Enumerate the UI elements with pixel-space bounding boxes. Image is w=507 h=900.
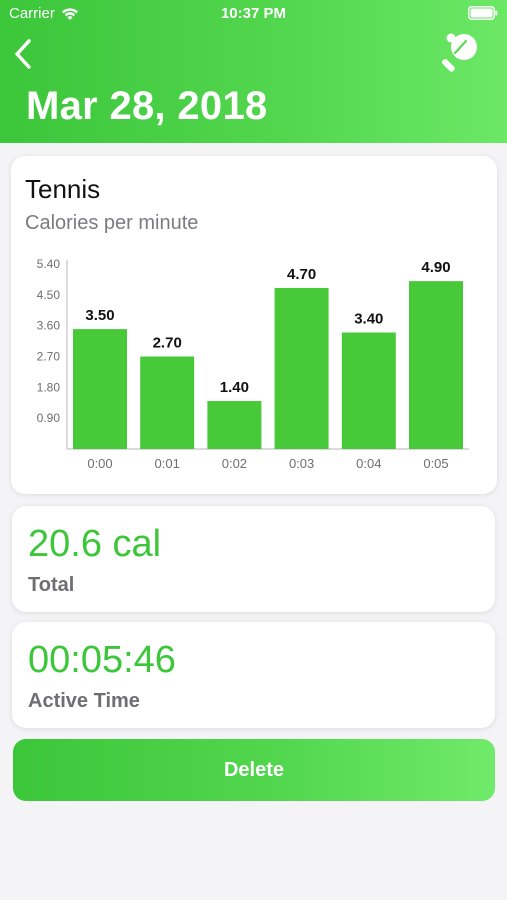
y-tick-label: 1.80 (37, 380, 61, 394)
x-tick-label: 0:04 (356, 456, 381, 471)
total-calories-value: 20.6 cal (28, 523, 162, 565)
chart-bar (207, 401, 262, 449)
chart-bar (274, 287, 329, 449)
x-tick-label: 0:02 (222, 456, 247, 471)
bar-value-label: 3.40 (354, 311, 383, 328)
bar-value-label: 2.70 (153, 335, 182, 352)
chart-card: Tennis Calories per minute 5.40 4.50 3.60 2… (11, 156, 497, 494)
bar-value-label: 4.70 (287, 266, 316, 283)
y-tick-label: 0.90 (37, 411, 61, 425)
page-title: Mar 28, 2018 (26, 84, 268, 128)
bar-chart: 5.40 4.50 3.60 2.70 1.80 0.90 3.50 0:00 2.70 0:01… (37, 257, 469, 471)
total-calories-label: Total (28, 574, 75, 596)
active-time-value: 00:05:46 (28, 639, 176, 681)
battery-icon (468, 6, 498, 20)
chart-bar (140, 356, 195, 449)
total-calories-card: 20.6 cal Total (12, 506, 495, 612)
delete-button[interactable]: Delete (13, 739, 495, 801)
x-tick-label: 0:01 (155, 456, 180, 471)
header: Carrier 10:37 PM Mar 28, 2018 (0, 0, 507, 143)
y-tick-label: 3.60 (37, 319, 61, 333)
active-time-label: Active Time (28, 690, 140, 712)
y-tick-label: 5.40 (37, 257, 61, 271)
x-tick-label: 0:03 (289, 456, 314, 471)
status-time: 10:37 PM (220, 5, 287, 22)
bar-value-label: 1.40 (220, 379, 249, 396)
y-tick-label: 4.50 (37, 288, 61, 302)
x-tick-label: 0:05 (423, 456, 448, 471)
status-bar: Carrier 10:37 PM (0, 0, 507, 28)
chart-bar (73, 329, 127, 449)
chart-bar (409, 281, 463, 449)
y-tick-label: 2.70 (37, 350, 61, 364)
back-chevron-icon[interactable] (12, 36, 38, 72)
x-tick-label: 0:00 (87, 456, 112, 471)
bar-value-label: 3.50 (85, 307, 114, 324)
bar-value-label: 4.90 (421, 259, 450, 276)
chart-bar (341, 332, 396, 449)
ping-pong-paddle-icon[interactable] (441, 30, 483, 72)
active-time-card: 00:05:46 Active Time (12, 622, 495, 728)
